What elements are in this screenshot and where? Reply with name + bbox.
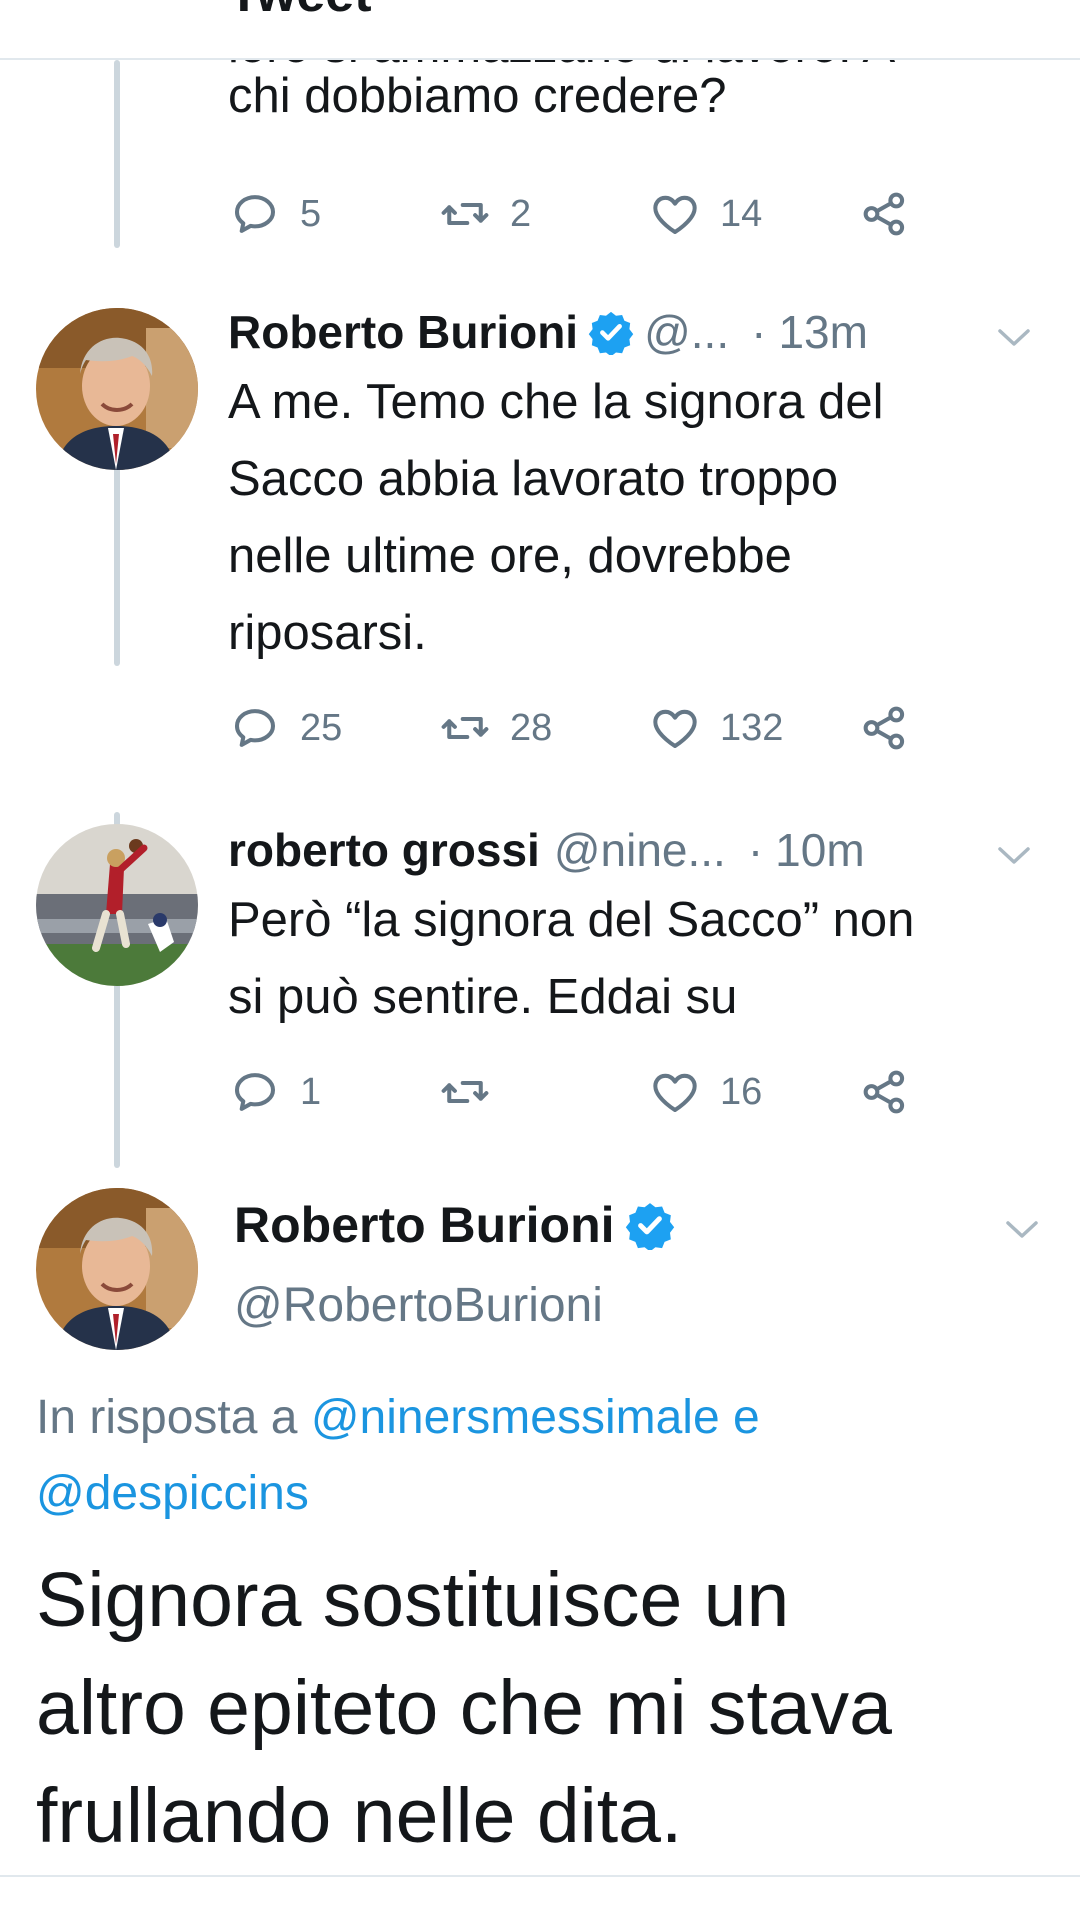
chevron-down-icon[interactable]	[994, 840, 1034, 870]
verified-badge-icon	[625, 1203, 674, 1250]
like-count: 14	[720, 192, 763, 235]
reply-icon	[234, 709, 276, 747]
reply-button[interactable]: 1	[228, 1064, 321, 1120]
share-button[interactable]	[858, 186, 912, 242]
author-name[interactable]: Roberto Burioni	[234, 1196, 615, 1254]
tweet-text-line: Però “la signora del Sacco” non	[228, 893, 915, 947]
tweet-actions: 1 16	[228, 1064, 948, 1120]
retweet-button[interactable]: 28	[438, 700, 552, 756]
main-author-name[interactable]: Roberto Burioni	[234, 1196, 685, 1254]
time-separator: ·	[747, 824, 764, 876]
author-name[interactable]: roberto grossi	[228, 820, 540, 880]
top-bar: Tweet	[0, 0, 1080, 60]
heart-icon	[653, 1073, 697, 1113]
reply-icon	[234, 195, 276, 233]
chevron-down-icon[interactable]	[994, 322, 1034, 352]
heart-icon	[653, 195, 697, 235]
retweet-button[interactable]	[438, 1064, 510, 1120]
retweet-button[interactable]: 2	[438, 186, 531, 242]
reply-count: 25	[300, 706, 343, 749]
avatar[interactable]	[36, 1188, 198, 1350]
reply-button[interactable]: 25	[228, 700, 342, 756]
tweet-text-line: altro epiteto che mi stava	[36, 1665, 892, 1751]
heart-icon	[653, 709, 697, 749]
main-tweet-text: Signora sostituisce un altro epiteto che…	[36, 1546, 1066, 1870]
reply-to-line: In risposta a @ninersmessimale e @despic…	[36, 1380, 1036, 1532]
like-button[interactable]: 16	[648, 1064, 762, 1120]
avatar[interactable]	[36, 308, 198, 470]
share-button[interactable]	[858, 1064, 912, 1120]
author-handle[interactable]: @...	[644, 302, 729, 362]
tweet-text-line: nelle ultime ore, dovrebbe	[228, 529, 792, 583]
retweet-count: 2	[510, 192, 532, 235]
share-icon	[863, 1070, 905, 1114]
retweet-icon	[441, 202, 489, 226]
time-separator: ·	[751, 306, 767, 358]
chevron-down-icon[interactable]	[1002, 1214, 1042, 1244]
share-button[interactable]	[858, 700, 912, 756]
like-button[interactable]: 14	[648, 186, 762, 242]
like-count: 16	[720, 1070, 763, 1113]
reply-button[interactable]: 5	[228, 186, 321, 242]
tweet-text-line: si può sentire. Eddai su	[228, 970, 738, 1024]
tweet-header: roberto grossi @nine... · 10m	[228, 820, 865, 880]
retweet-icon	[441, 716, 489, 740]
tweet-time[interactable]: 13m	[778, 302, 867, 362]
tweet-text-line: Signora sostituisce un	[36, 1557, 790, 1643]
reply-count: 1	[300, 1070, 322, 1113]
divider	[0, 1875, 1080, 1877]
tweet-text-line: A me. Temo che la signora del	[228, 375, 884, 429]
tweet-text-line: frullando nelle dita.	[36, 1773, 683, 1859]
tweet-text: A me. Temo che la signora del Sacco abbi…	[228, 364, 1048, 672]
tweet-text-line: Sacco abbia lavorato troppo	[228, 452, 839, 506]
retweet-count: 28	[510, 706, 553, 749]
like-count: 132	[720, 706, 784, 749]
tweet-time[interactable]: 10m	[775, 820, 864, 880]
main-author-handle[interactable]: @RobertoBurioni	[234, 1278, 603, 1333]
tweet-text-line: riposarsi.	[228, 606, 427, 660]
reply-prefix: In risposta a	[36, 1391, 298, 1444]
reply-mention-link[interactable]: @despiccins	[36, 1467, 309, 1520]
like-button[interactable]: 132	[648, 700, 783, 756]
reply-and[interactable]: e	[733, 1391, 760, 1444]
avatar[interactable]	[36, 824, 198, 986]
author-handle[interactable]: @nine...	[554, 820, 726, 880]
tweet-actions: 25 28 132	[228, 700, 948, 756]
reply-icon	[234, 1073, 276, 1111]
reply-mention-link[interactable]: @ninersmessimale	[311, 1391, 720, 1444]
author-name[interactable]: Roberto Burioni	[228, 302, 578, 362]
context-tweet-actions: 5 2 14	[228, 186, 948, 242]
context-tweet-text: chi dobbiamo credere?	[228, 69, 727, 123]
share-icon	[863, 192, 905, 236]
page-title: Tweet	[228, 0, 372, 24]
tweet-text: Però “la signora del Sacco” non si può s…	[228, 882, 1048, 1036]
share-icon	[863, 706, 905, 750]
retweet-icon	[441, 1080, 489, 1104]
verified-badge-icon	[588, 311, 634, 355]
tweet-header: Roberto Burioni @... · 13m	[228, 302, 868, 362]
thread-line	[114, 60, 120, 248]
reply-count: 5	[300, 192, 322, 235]
